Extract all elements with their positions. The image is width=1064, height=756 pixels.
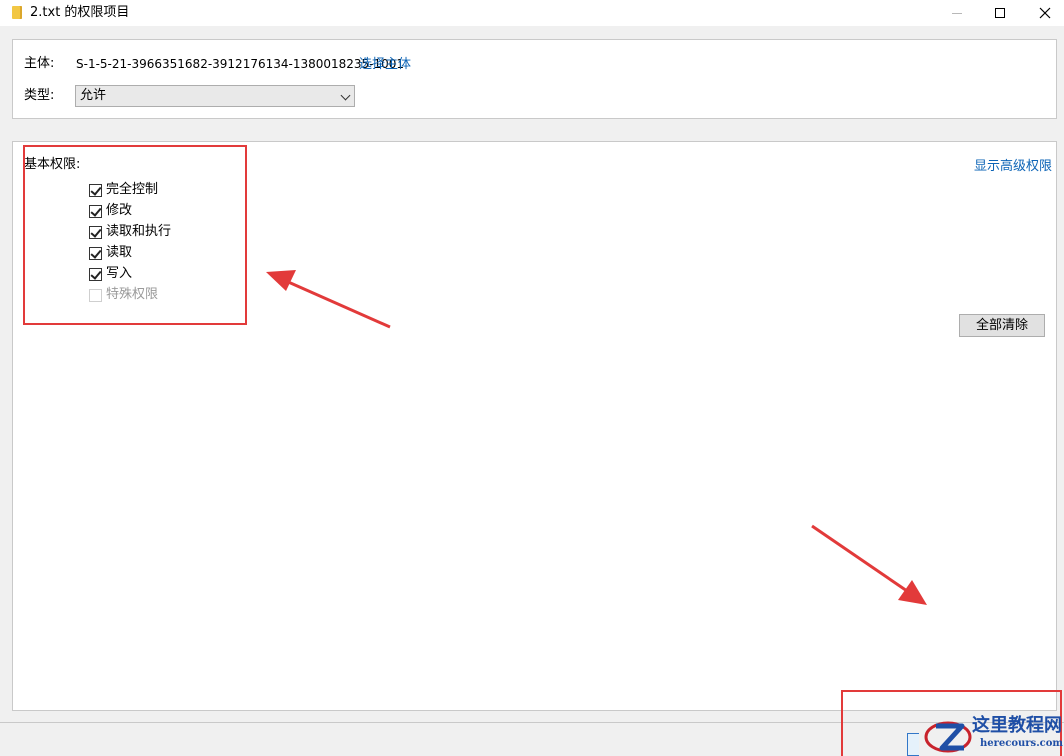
arrow-to-buttons [811,524,927,605]
watermark-logo-icon [924,721,972,753]
watermark: 这里教程网 herecours.com [916,712,1064,756]
permission-entry-window: 2.txt 的权限项目 主体: S-1-5-21-3966351682-3912… [0,0,1064,756]
watermark-url: herecours.com [980,738,1064,749]
arrow-to-permissions [266,270,391,329]
annotation-arrows [266,270,927,605]
watermark-title: 这里教程网 [972,715,1062,736]
